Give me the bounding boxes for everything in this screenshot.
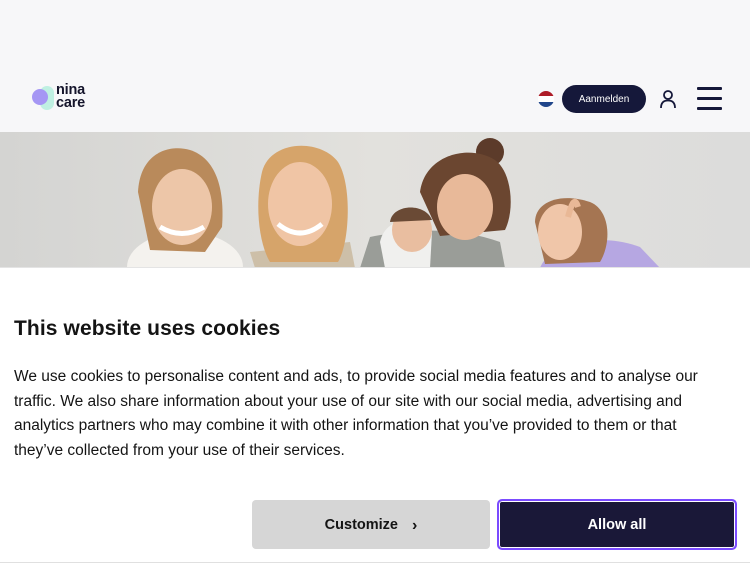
hamburger-menu-icon[interactable] [697, 87, 722, 111]
nina-care-logo[interactable]: nina care [32, 83, 96, 114]
customize-button[interactable]: Customize › [252, 500, 490, 549]
logo-wordmark: nina care [56, 83, 86, 111]
customize-label: Customize [324, 516, 398, 533]
user-icon[interactable] [659, 89, 677, 109]
hero-image [0, 132, 750, 268]
login-button[interactable]: Aanmelden [562, 85, 646, 113]
cookie-banner-title: This website uses cookies [14, 317, 281, 340]
cookie-banner-body: We use cookies to personalise content an… [14, 368, 698, 459]
hero-photo [0, 132, 750, 268]
dutch-flag-icon[interactable] [538, 91, 554, 107]
top-spacer [0, 0, 750, 66]
logo-line-2: care [56, 95, 86, 111]
site-header: nina care Aanmelden [0, 66, 750, 132]
chevron-right-icon: › [412, 516, 418, 534]
logo-purple-dot [32, 89, 48, 105]
cookie-consent-banner: This website uses cookies We use cookies… [0, 267, 750, 563]
allow-all-button[interactable]: Allow all [497, 499, 737, 550]
